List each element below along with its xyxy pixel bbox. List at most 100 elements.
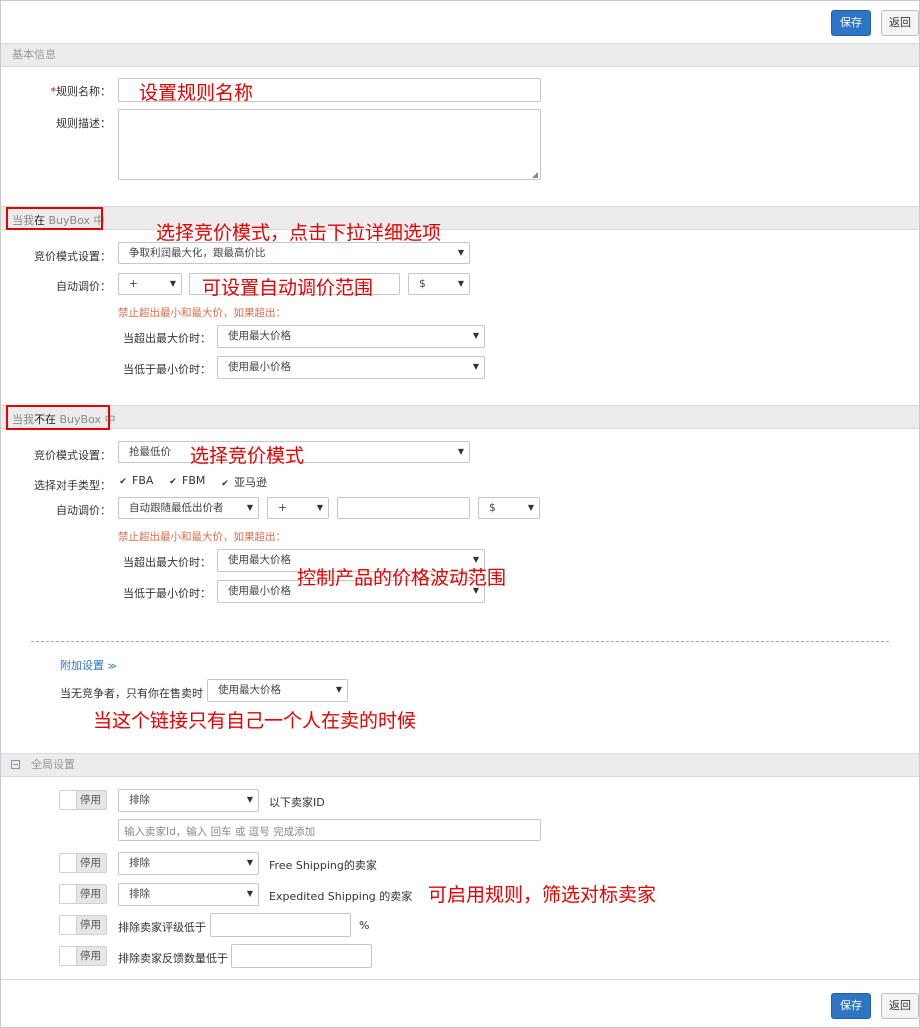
disable-toggle-seller-id[interactable]: 停用: [59, 790, 107, 810]
rule-name-label-text: 规则名称：: [56, 85, 111, 98]
not-warning-text: 禁止超出最小和最大价，如果超出：: [118, 531, 286, 543]
toggle-label: 停用: [80, 950, 101, 962]
annotation-price-range: 控制产品的价格波动范围: [297, 567, 507, 589]
not-mode-label: 竞价模式设置：: [34, 449, 111, 462]
global-settings-section-header[interactable]: 全局设置: [1, 753, 919, 777]
feedback-text: 排除卖家反馈数量低于: [118, 952, 228, 965]
basic-info-title: 基本信息: [12, 48, 56, 61]
expedited-shipping-text: Expedited Shipping 的卖家: [269, 890, 413, 903]
back-button-bottom[interactable]: 返回: [881, 993, 919, 1019]
in-warning-text: 禁止超出最小和最大价，如果超出：: [118, 307, 286, 319]
toggle-label: 停用: [80, 919, 101, 931]
free-shipping-mode-value: 排除: [129, 857, 150, 869]
not-auto-unit-select[interactable]: $ ▼: [478, 497, 540, 519]
in-below-min-label: 当低于最小价时：: [123, 363, 211, 376]
not-auto-label: 自动调价：: [56, 504, 111, 517]
checkbox-fba-label: FBA: [132, 474, 154, 487]
check-icon: ✔: [169, 477, 177, 487]
chevron-down-icon: ▼: [246, 503, 253, 512]
toggle-knob: [60, 854, 77, 872]
in-auto-sign-select[interactable]: + ▼: [118, 273, 182, 295]
toggle-label: 停用: [80, 888, 101, 900]
in-over-max-label: 当超出最大价时：: [123, 332, 211, 345]
in-below-min-value: 使用最小价格: [228, 361, 291, 373]
no-competitor-label: 当无竞争者，只有你在售卖时: [60, 687, 203, 700]
double-chevron-down-icon: ≫: [107, 662, 117, 672]
minus-square-icon[interactable]: [11, 760, 20, 769]
checkbox-fba[interactable]: ✔ FBA: [118, 474, 153, 487]
toggle-label: 停用: [80, 794, 101, 806]
rule-desc-textarea[interactable]: ◢: [118, 109, 541, 180]
no-competitor-select[interactable]: 使用最大价格 ▼: [207, 679, 348, 702]
in-auto-unit-select[interactable]: $ ▼: [408, 273, 470, 295]
annotation-filter-sellers: 可启用规则，筛选对标卖家: [428, 884, 657, 906]
seller-id-mode-value: 排除: [129, 794, 150, 806]
checkbox-fbm-label: FBM: [182, 474, 206, 487]
in-below-min-select[interactable]: 使用最小价格 ▼: [217, 356, 485, 379]
not-auto-unit-value: $: [489, 502, 496, 514]
seller-id-input[interactable]: 输入卖家Id，输入 回车 或 逗号 完成添加: [118, 819, 541, 841]
annotation-box-not-in-buybox: [6, 405, 110, 430]
checkbox-amazon-label: 亚马逊: [234, 476, 267, 489]
expedited-shipping-mode-select[interactable]: 排除 ▼: [118, 883, 259, 906]
chevron-down-icon: ▼: [457, 279, 464, 288]
chevron-down-icon: ▼: [472, 331, 479, 340]
not-mode-value: 抢最低价: [129, 446, 171, 458]
annotation-auto-range: 可设置自动调价范围: [202, 277, 374, 299]
not-auto-sign-value: +: [278, 502, 287, 514]
in-auto-label: 自动调价：: [56, 280, 111, 293]
annotation-rule-name: 设置规则名称: [139, 82, 254, 104]
footer-divider: [1, 979, 919, 980]
not-auto-strategy-select[interactable]: 自动跟随最低出价者 ▼: [118, 497, 259, 519]
not-auto-amount-input[interactable]: [337, 497, 470, 519]
rule-desc-label: 规则描述：: [56, 117, 111, 130]
annotation-mode-select-2: 选择竞价模式: [190, 445, 305, 467]
disable-toggle-expedited-shipping[interactable]: 停用: [59, 884, 107, 904]
check-icon: ✔: [119, 477, 127, 487]
divider: [31, 641, 889, 642]
seller-id-text: 以下卖家ID: [269, 796, 325, 809]
not-in-buybox-section-header: [1, 405, 919, 429]
toggle-knob: [60, 916, 77, 934]
free-shipping-mode-select[interactable]: 排除 ▼: [118, 852, 259, 875]
not-auto-sign-select[interactable]: + ▼: [267, 497, 329, 519]
seller-id-placeholder: 输入卖家Id，输入 回车 或 逗号 完成添加: [124, 826, 316, 838]
in-mode-value: 争取利润最大化，跟最高价比: [129, 247, 266, 259]
checkbox-amazon[interactable]: ✔ 亚马逊: [220, 474, 267, 490]
rating-percent-suffix: %: [359, 919, 370, 932]
basic-info-section-header: 基本信息: [1, 43, 919, 67]
extra-settings-toggle[interactable]: 附加设置 ≫: [60, 657, 117, 673]
annotation-box-in-buybox: [6, 207, 103, 230]
in-mode-select[interactable]: 争取利润最大化，跟最高价比 ▼: [118, 242, 470, 264]
rule-name-label: *规则名称：: [41, 83, 112, 99]
disable-toggle-rating[interactable]: 停用: [59, 915, 107, 935]
save-button-top[interactable]: 保存: [831, 10, 871, 36]
back-button-top[interactable]: 返回: [881, 10, 919, 36]
chevron-down-icon: ▼: [335, 685, 342, 694]
not-over-max-value: 使用最大价格: [228, 554, 291, 566]
rating-threshold-input[interactable]: [210, 913, 351, 937]
in-over-max-select[interactable]: 使用最大价格 ▼: [217, 325, 485, 348]
checkbox-fbm[interactable]: ✔ FBM: [168, 474, 205, 487]
chevron-down-icon: ▼: [246, 889, 253, 898]
not-over-max-label: 当超出最大价时：: [123, 556, 211, 569]
seller-id-mode-select[interactable]: 排除 ▼: [118, 789, 259, 812]
save-button-bottom[interactable]: 保存: [831, 993, 871, 1019]
rule-editor-page: 保存 返回 基本信息 *规则名称： 规则描述： ◢ 当我在 BuyBox 中 竞…: [0, 0, 920, 1028]
not-below-min-value: 使用最小价格: [228, 585, 291, 597]
chevron-down-icon: ▼: [457, 447, 464, 456]
resize-handle-icon[interactable]: ◢: [532, 170, 538, 179]
chevron-down-icon: ▼: [527, 503, 534, 512]
disable-toggle-free-shipping[interactable]: 停用: [59, 853, 107, 873]
toggle-label: 停用: [80, 857, 101, 869]
disable-toggle-feedback[interactable]: 停用: [59, 946, 107, 966]
in-auto-unit-value: $: [419, 278, 426, 290]
in-over-max-value: 使用最大价格: [228, 330, 291, 342]
chevron-down-icon: ▼: [316, 503, 323, 512]
in-buybox-section-header: [1, 206, 919, 230]
feedback-threshold-input[interactable]: [231, 944, 372, 968]
rating-text: 排除卖家评级低于: [118, 921, 206, 934]
chevron-down-icon: ▼: [246, 795, 253, 804]
chevron-down-icon: ▼: [472, 362, 479, 371]
annotation-only-seller: 当这个链接只有自己一个人在卖的时候: [93, 710, 417, 732]
